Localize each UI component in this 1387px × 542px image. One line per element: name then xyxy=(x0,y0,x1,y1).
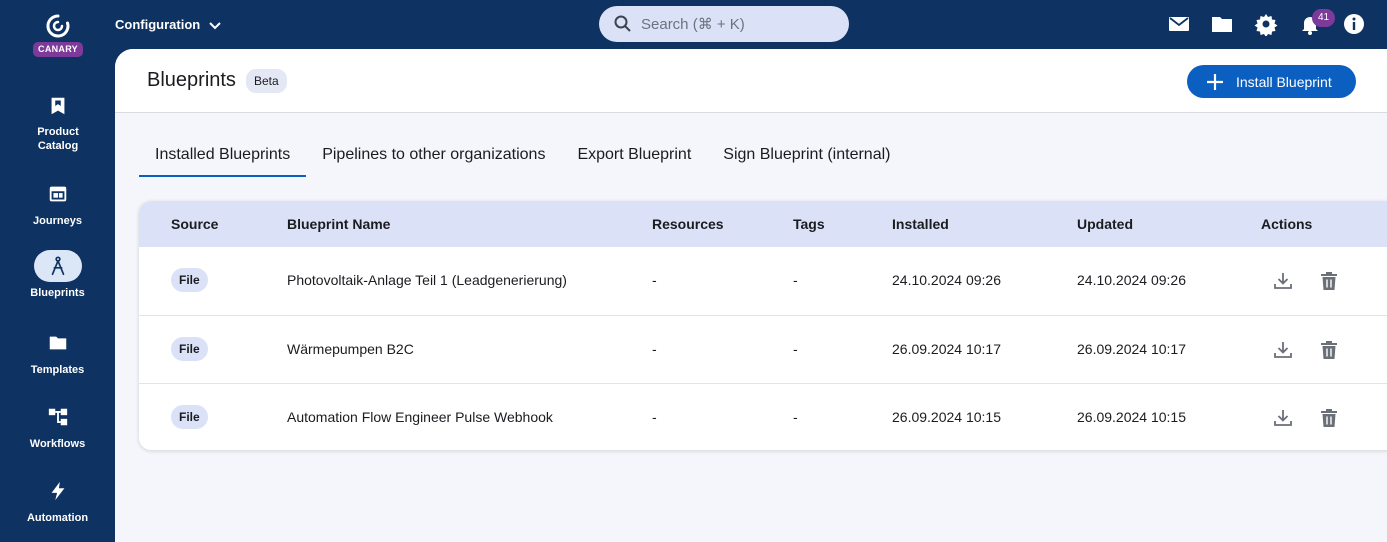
trash-icon xyxy=(1321,272,1337,290)
info-button[interactable] xyxy=(1342,12,1366,36)
tags-value: - xyxy=(793,341,798,357)
download-button[interactable] xyxy=(1272,407,1294,429)
plus-icon xyxy=(1207,73,1223,90)
blueprint-name: Photovoltaik-Anlage Teil 1 (Leadgenerier… xyxy=(287,272,567,288)
sidebar-item-workflows[interactable]: Workflows xyxy=(0,401,115,451)
sidebar-item-journeys[interactable]: Journeys xyxy=(0,178,115,228)
bolt-icon xyxy=(34,475,82,507)
sidebar-item-label: Templates xyxy=(30,364,85,376)
sidebar-item-label: Journeys xyxy=(33,215,82,227)
download-button[interactable] xyxy=(1272,270,1294,292)
search-bar[interactable] xyxy=(599,6,849,42)
blueprint-name: Automation Flow Engineer Pulse Webhook xyxy=(287,409,553,425)
notification-count-badge: 41 xyxy=(1312,9,1335,27)
sidebar-item-label: Blueprints xyxy=(30,287,85,299)
resources-value: - xyxy=(652,341,657,357)
gear-icon xyxy=(1254,14,1278,37)
sidebar-item-templates[interactable]: Templates xyxy=(0,327,115,377)
settings-button[interactable] xyxy=(1254,12,1278,37)
column-header-installed: Installed xyxy=(892,216,949,232)
column-header-tags: Tags xyxy=(793,216,825,232)
download-button[interactable] xyxy=(1272,339,1294,361)
trash-icon xyxy=(1321,409,1337,427)
download-icon xyxy=(1274,273,1292,289)
updated-date: 26.09.2024 10:15 xyxy=(1077,409,1186,425)
sidebar-item-label: Workflows xyxy=(29,438,86,450)
canary-logo-icon xyxy=(46,14,70,38)
tab-installed-blueprints[interactable]: Installed Blueprints xyxy=(139,136,307,177)
blueprint-name: Wärmepumpen B2C xyxy=(287,341,414,357)
source-chip: File xyxy=(171,337,208,361)
mail-icon xyxy=(1169,17,1189,31)
sidebar-item-label: Automation xyxy=(26,512,89,524)
sidebar-item-label: Product Catalog xyxy=(37,126,79,152)
files-button[interactable] xyxy=(1210,12,1234,36)
logo-badge: CANARY xyxy=(33,42,83,57)
trash-icon xyxy=(1321,341,1337,359)
table-row[interactable]: File Photovoltaik-Anlage Teil 1 (Leadgen… xyxy=(139,247,1387,315)
tab-export-blueprint[interactable]: Export Blueprint xyxy=(561,136,707,177)
folder-icon xyxy=(34,327,82,359)
resources-value: - xyxy=(652,272,657,288)
page-header: Blueprints Beta Install Blueprint xyxy=(115,49,1387,113)
resources-value: - xyxy=(652,409,657,425)
page-title: Blueprints xyxy=(147,69,236,91)
download-icon xyxy=(1274,410,1292,426)
column-header-updated: Updated xyxy=(1077,216,1133,232)
bookmark-icon xyxy=(34,90,82,122)
install-blueprint-button[interactable]: Install Blueprint xyxy=(1187,65,1356,98)
journey-icon xyxy=(34,178,82,210)
main-panel: Blueprints Beta Install Blueprint Instal… xyxy=(115,49,1387,542)
delete-button[interactable] xyxy=(1318,339,1340,361)
chevron-down-icon xyxy=(209,22,221,30)
workflow-icon xyxy=(34,401,82,433)
delete-button[interactable] xyxy=(1318,407,1340,429)
tags-value: - xyxy=(793,409,798,425)
blueprints-table: Source Blueprint Name Resources Tags Ins… xyxy=(139,201,1387,450)
table-header: Source Blueprint Name Resources Tags Ins… xyxy=(139,201,1387,247)
tags-value: - xyxy=(793,272,798,288)
sidebar-item-blueprints[interactable]: Blueprints xyxy=(0,250,115,300)
source-chip: File xyxy=(171,268,208,292)
search-input[interactable] xyxy=(641,15,841,33)
install-blueprint-label: Install Blueprint xyxy=(1236,73,1332,90)
column-header-actions: Actions xyxy=(1261,216,1313,232)
table-row[interactable]: File Automation Flow Engineer Pulse Webh… xyxy=(139,383,1387,450)
installed-date: 26.09.2024 10:17 xyxy=(892,341,1001,357)
info-icon xyxy=(1344,14,1364,34)
top-bar: Configuration 41 xyxy=(115,0,1387,49)
download-icon xyxy=(1274,342,1292,358)
column-header-name: Blueprint Name xyxy=(287,216,391,232)
sidebar-item-product-catalog[interactable]: Product Catalog xyxy=(0,90,115,153)
compass-icon xyxy=(33,250,82,282)
tab-sign-blueprint[interactable]: Sign Blueprint (internal) xyxy=(707,136,906,177)
delete-button[interactable] xyxy=(1318,270,1340,292)
table-row[interactable]: File Wärmepumpen B2C - - 26.09.2024 10:1… xyxy=(139,315,1387,383)
installed-date: 26.09.2024 10:15 xyxy=(892,409,1001,425)
folder-icon xyxy=(1212,17,1232,32)
updated-date: 26.09.2024 10:17 xyxy=(1077,341,1186,357)
source-chip: File xyxy=(171,405,208,429)
mail-button[interactable] xyxy=(1167,12,1191,36)
updated-date: 24.10.2024 09:26 xyxy=(1077,272,1186,288)
tab-bar: Installed Blueprints Pipelines to other … xyxy=(139,136,906,178)
column-header-source: Source xyxy=(171,216,219,232)
beta-badge: Beta xyxy=(246,69,287,93)
search-icon xyxy=(614,15,631,32)
notifications-button[interactable]: 41 xyxy=(1298,9,1335,36)
sidebar-item-automation[interactable]: Automation xyxy=(0,475,115,525)
canary-logo[interactable]: CANARY xyxy=(33,13,83,61)
sidebar: CANARY Product Catalog Journeys Blueprin… xyxy=(0,0,115,542)
configuration-label: Configuration xyxy=(115,17,201,32)
configuration-dropdown[interactable]: Configuration xyxy=(115,16,222,33)
tab-pipelines[interactable]: Pipelines to other organizations xyxy=(306,136,561,177)
column-header-resources: Resources xyxy=(652,216,724,232)
installed-date: 24.10.2024 09:26 xyxy=(892,272,1001,288)
